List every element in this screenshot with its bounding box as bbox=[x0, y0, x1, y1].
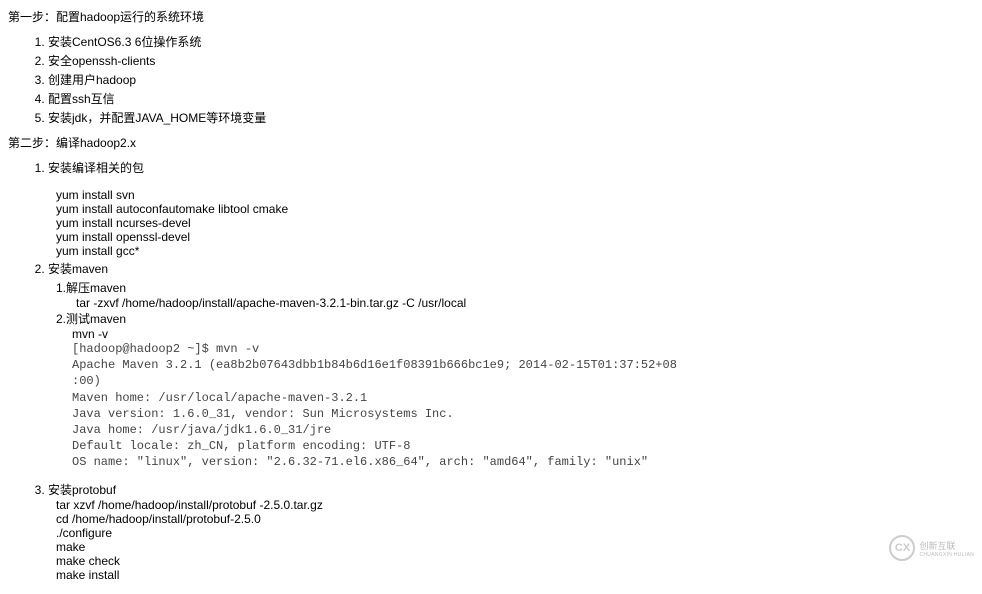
step2-title: 第二步：编译hadoop2.x bbox=[8, 134, 974, 151]
maven-unzip-label: 1.解压maven bbox=[56, 279, 974, 296]
maven-output: [hadoop@hadoop2 ~]$ mvn -v Apache Maven … bbox=[72, 341, 974, 471]
cmd-line: make install bbox=[56, 568, 974, 582]
cmd-line: yum install autoconfautomake libtool cma… bbox=[56, 202, 974, 216]
cmd-line: ./configure bbox=[56, 526, 974, 540]
step2-item3-label: 安装protobuf bbox=[48, 483, 116, 497]
cmd-line: cd /home/hadoop/install/protobuf-2.5.0 bbox=[56, 512, 974, 526]
logo-mark-icon: CX bbox=[889, 535, 915, 561]
step1-item: 安装jdk，并配置JAVA_HOME等环境变量 bbox=[48, 109, 974, 126]
cmd-line: yum install ncurses-devel bbox=[56, 216, 974, 230]
step2-item1-label: 安装编译相关的包 bbox=[48, 161, 144, 175]
step2-list: 安装编译相关的包 yum install svn yum install aut… bbox=[8, 159, 974, 582]
step1-item: 配置ssh互信 bbox=[48, 90, 974, 107]
step1-item: 创建用户hadoop bbox=[48, 71, 974, 88]
maven-test-cmd: mvn -v bbox=[72, 327, 974, 341]
cmd-line: yum install gcc* bbox=[56, 244, 974, 258]
step1-title: 第一步：配置hadoop运行的系统环境 bbox=[8, 8, 974, 25]
step2-item2: 安装maven 1.解压maven tar -zxvf /home/hadoop… bbox=[48, 260, 974, 471]
logo-text: 创新互联 bbox=[919, 539, 974, 552]
logo-subtext: CHUANGXIN HULIAN bbox=[919, 552, 974, 558]
cmd-line: make check bbox=[56, 554, 974, 568]
maven-test-label: 2.测试maven bbox=[56, 310, 974, 327]
step1-list: 安装CentOS6.3 6位操作系统 安全openssh-clients 创建用… bbox=[8, 33, 974, 126]
step2-item1: 安装编译相关的包 yum install svn yum install aut… bbox=[48, 159, 974, 258]
watermark-logo: CX 创新互联 CHUANGXIN HULIAN bbox=[889, 535, 974, 561]
cmd-line: make bbox=[56, 540, 974, 554]
step1-item: 安装CentOS6.3 6位操作系统 bbox=[48, 33, 974, 50]
logo-text-wrap: 创新互联 CHUANGXIN HULIAN bbox=[919, 539, 974, 558]
yum-commands: yum install svn yum install autoconfauto… bbox=[48, 188, 974, 258]
cmd-line: yum install openssl-devel bbox=[56, 230, 974, 244]
step2-item2-label: 安装maven bbox=[48, 262, 108, 276]
step2-item3: 安装protobuf tar xzvf /home/hadoop/install… bbox=[48, 481, 974, 582]
step1-item: 安全openssh-clients bbox=[48, 52, 974, 69]
cmd-line: yum install svn bbox=[56, 188, 974, 202]
cmd-line: tar xzvf /home/hadoop/install/protobuf -… bbox=[56, 498, 974, 512]
maven-section: 1.解压maven tar -zxvf /home/hadoop/install… bbox=[56, 279, 974, 471]
maven-unzip-cmd: tar -zxvf /home/hadoop/install/apache-ma… bbox=[76, 296, 974, 310]
